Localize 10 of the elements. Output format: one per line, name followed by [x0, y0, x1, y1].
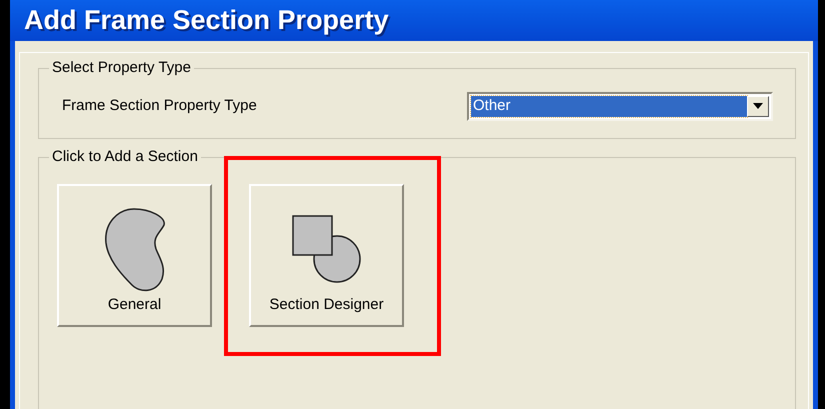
type-dropdown[interactable]: Other	[467, 92, 773, 120]
caret-icon	[753, 103, 763, 109]
section-type-button[interactable]: Section Designer	[249, 184, 404, 326]
section-type-button[interactable]: General	[57, 184, 212, 326]
dropdown-arrow-button[interactable]	[747, 96, 769, 116]
group-title: Select Property Type	[49, 58, 194, 76]
dropdown-value: Other	[471, 96, 747, 116]
field-label: Frame Section Property Type	[62, 96, 257, 116]
kidney-shape-icon	[104, 206, 166, 293]
window-title: Add Frame Section Property	[24, 4, 389, 37]
